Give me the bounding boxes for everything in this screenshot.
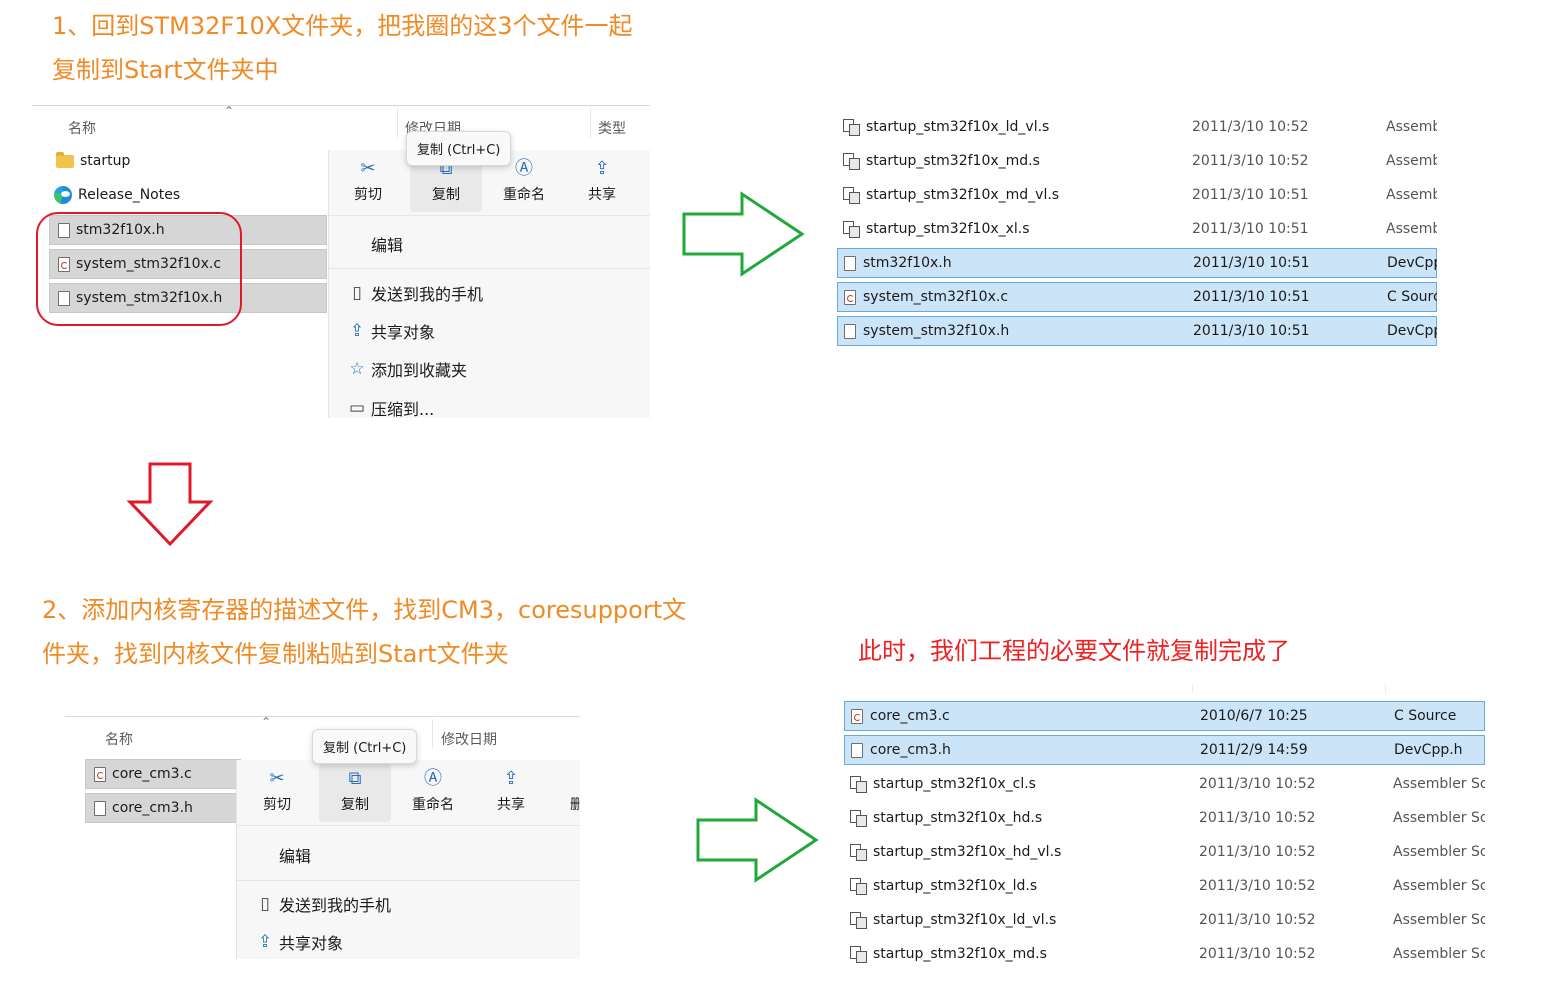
delete-button[interactable]: 删	[557, 764, 580, 822]
list-item[interactable]: startup_stm32f10x_md.s 2011/3/10 10:52 A…	[837, 146, 1437, 176]
asm-file-icon	[850, 776, 867, 793]
file-icon	[851, 742, 863, 758]
menu-item-share-with[interactable]: ⇪ 共享对象	[237, 924, 580, 959]
cut-button[interactable]: ✂ 剪切	[332, 154, 404, 212]
list-item[interactable]: startup_stm32f10x_ld_vl.s 2011/3/10 10:5…	[844, 905, 1485, 935]
list-item[interactable]: startup_stm32f10x_ld_vl.s 2011/3/10 10:5…	[837, 112, 1437, 142]
c-file-icon	[844, 289, 856, 305]
asm-file-icon	[850, 810, 867, 827]
list-item[interactable]: startup_stm32f10x_cl.s 2011/3/10 10:52 A…	[844, 769, 1485, 799]
right-arrow-icon	[682, 191, 805, 277]
asm-file-icon	[843, 221, 860, 238]
list-item[interactable]: startup_stm32f10x_ld.s 2011/3/10 10:52 A…	[844, 871, 1485, 901]
file-icon	[844, 323, 856, 339]
explorer-panel-2: ⌃ 名称 修改日期 core_cm3.c core_cm3.h ✂ 剪切 ⧉ 复…	[65, 716, 580, 959]
context-toolbar: ✂ 剪切 ⧉ 复制 Ⓐ 重命名 ⇪ 共享 删	[237, 760, 580, 826]
file-row-core-cm3-c[interactable]: core_cm3.c	[85, 759, 241, 789]
rename-icon: Ⓐ	[424, 768, 442, 789]
menu-item-add-favorites[interactable]: ☆ 添加到收藏夹	[329, 351, 650, 387]
context-menu-2: ✂ 剪切 ⧉ 复制 Ⓐ 重命名 ⇪ 共享 删 编辑	[236, 760, 580, 959]
asm-file-icon	[850, 844, 867, 861]
selection-circle	[36, 212, 242, 326]
phone-icon: ▯	[260, 894, 270, 914]
asm-file-icon	[850, 912, 867, 929]
share-icon: ⇪	[503, 768, 519, 789]
menu-item-send-to-phone[interactable]: ▯ 发送到我的手机	[329, 275, 650, 311]
column-header-date[interactable]: 修改日期	[441, 729, 497, 749]
file-icon	[94, 800, 106, 816]
column-header-name[interactable]: 名称	[105, 729, 133, 749]
list-item[interactable]: startup_stm32f10x_md.s 2011/3/10 10:52 A…	[844, 939, 1485, 969]
list-item-selected[interactable]: system_stm32f10x.h 2011/3/10 10:51 DevCp…	[837, 316, 1437, 346]
menu-item-compress[interactable]: ▭ 压缩到...	[329, 390, 650, 418]
step2-title-line1: 2、添加内核寄存器的描述文件，找到CM3，coresupport文	[42, 596, 687, 624]
menu-item-edit[interactable]: 编辑	[237, 837, 580, 873]
cut-button[interactable]: ✂ 剪切	[241, 764, 313, 822]
sort-caret-icon: ⌃	[224, 105, 235, 118]
rename-button[interactable]: Ⓐ 重命名	[397, 764, 469, 822]
scissors-icon: ✂	[269, 768, 285, 789]
column-header-type[interactable]: 类型	[598, 118, 626, 138]
step2-title-line2: 件夹，找到内核文件复制粘贴到Start文件夹	[42, 640, 509, 668]
list-item-selected[interactable]: core_cm3.h 2011/2/9 14:59 DevCpp.h	[844, 735, 1485, 765]
list-item-selected[interactable]: system_stm32f10x.c 2011/3/10 10:51 C Sou…	[837, 282, 1437, 312]
share-button[interactable]: ⇪ 共享	[566, 154, 638, 212]
list-item[interactable]: startup_stm32f10x_hd_vl.s 2011/3/10 10:5…	[844, 837, 1485, 867]
step1-title-line1: 1、回到STM32F10X文件夹，把我圈的这3个文件一起	[52, 12, 633, 40]
result-list-2: core_cm3.c 2010/6/7 10:25 C Source core_…	[844, 685, 1485, 975]
sort-caret-icon: ⌃	[261, 716, 272, 729]
asm-file-icon	[850, 878, 867, 895]
menu-item-edit[interactable]: 编辑	[329, 226, 650, 262]
asm-file-icon	[843, 153, 860, 170]
step1-title-line2: 复制到Start文件夹中	[52, 56, 279, 84]
star-icon: ☆	[349, 359, 365, 379]
list-item[interactable]: startup_stm32f10x_hd.s 2011/3/10 10:52 A…	[844, 803, 1485, 833]
share-icon: ⇪	[349, 321, 365, 341]
menu-item-share-with[interactable]: ⇪ 共享对象	[329, 313, 650, 349]
file-row-startup[interactable]: startup	[50, 146, 330, 176]
conclusion-text: 此时，我们工程的必要文件就复制完成了	[858, 637, 1290, 665]
share-button[interactable]: ⇪ 共享	[475, 764, 547, 822]
context-menu-1: ✂ 剪切 ⧉ 复制 Ⓐ 重命名 ⇪ 共享 编辑 ▯ 发送到我的手机 ⇪ 共享对象…	[328, 150, 650, 418]
c-file-icon	[94, 766, 106, 782]
column-header-name[interactable]: 名称	[68, 118, 96, 138]
list-item[interactable]: startup_stm32f10x_xl.s 2011/3/10 10:51 A…	[837, 214, 1437, 244]
asm-file-icon	[843, 187, 860, 204]
copy-icon: ⧉	[348, 768, 362, 789]
file-icon	[844, 255, 856, 271]
c-file-icon	[851, 708, 863, 724]
edge-icon	[54, 186, 72, 204]
column-header-bar: ⌃ 名称 修改日期 类型	[32, 105, 650, 145]
copy-tooltip: 复制 (Ctrl+C)	[312, 729, 418, 764]
file-row-release-notes[interactable]: Release_Notes	[50, 180, 330, 210]
share-icon: ⇪	[594, 158, 610, 179]
share-icon: ⇪	[257, 932, 273, 952]
right-arrow-icon	[696, 797, 819, 883]
file-row-core-cm3-h[interactable]: core_cm3.h	[85, 793, 241, 823]
result-list-1: startup_stm32f10x_ld_vl.s 2011/3/10 10:5…	[837, 110, 1437, 350]
down-arrow-icon	[126, 462, 214, 547]
folder-icon	[56, 151, 74, 168]
asm-file-icon	[850, 946, 867, 963]
copy-tooltip: 复制 (Ctrl+C)	[406, 131, 512, 166]
zip-icon: ▭	[348, 398, 366, 418]
list-item[interactable]: startup_stm32f10x_md_vl.s 2011/3/10 10:5…	[837, 180, 1437, 210]
list-item-selected[interactable]: core_cm3.c 2010/6/7 10:25 C Source	[844, 701, 1485, 731]
phone-icon: ▯	[352, 283, 362, 303]
copy-button[interactable]: ⧉ 复制	[319, 764, 391, 822]
asm-file-icon	[843, 119, 860, 136]
scissors-icon: ✂	[360, 158, 376, 179]
list-item-selected[interactable]: stm32f10x.h 2011/3/10 10:51 DevCpp	[837, 248, 1437, 278]
menu-item-send-to-phone[interactable]: ▯ 发送到我的手机	[237, 886, 580, 922]
